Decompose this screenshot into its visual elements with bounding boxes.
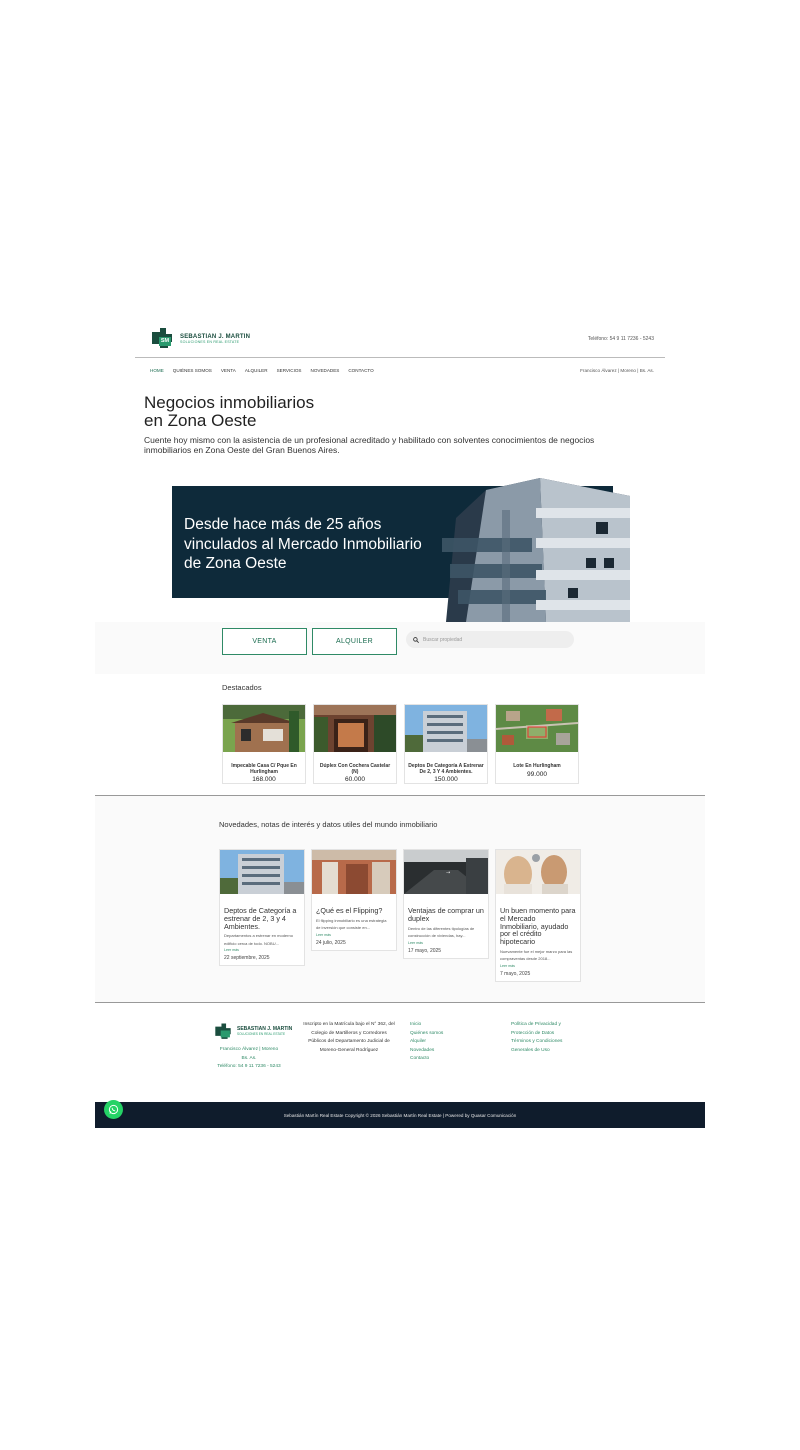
footer-link-quienes-somos[interactable]: Quiénes somos: [410, 1030, 443, 1039]
whatsapp-icon: [108, 1104, 119, 1115]
news-card[interactable]: → Ventajas de comprar un duplex Dentro d…: [403, 849, 489, 959]
news-image: [220, 850, 304, 894]
footer-phone[interactable]: Teléfono: 54 9 11 7236 - 5243: [205, 1063, 293, 1072]
search-icon: [413, 636, 419, 643]
footer-links: Inicio Quiénes somos Alquiler Novedades …: [410, 1021, 443, 1064]
news-image: →: [404, 850, 488, 894]
property-image: [223, 705, 305, 752]
news-card[interactable]: Deptos de Categoría a estrenar de 2, 3 y…: [219, 849, 305, 967]
footer-logo[interactable]: SEBASTIAN J. MARTIN SOLUCIONES EN REAL E…: [212, 1022, 292, 1042]
nav-venta[interactable]: VENTA: [221, 368, 236, 373]
alquiler-button[interactable]: ALQUILER: [312, 628, 397, 655]
read-more-link[interactable]: Leer más: [500, 964, 576, 968]
news-card-title[interactable]: ¿Qué es el Flipping?: [316, 907, 392, 915]
footer-address: Francisco Álvarez | Moreno: [219, 1047, 279, 1052]
news-card-date: 22 septiembre, 2025: [224, 955, 270, 962]
featured-title: Destacados: [222, 683, 262, 692]
news-card-excerpt: Nuevamente fue el mejor marzo para las c…: [500, 948, 573, 962]
header-phone[interactable]: Teléfono: 54 9 11 7236 - 5243: [588, 336, 654, 342]
read-more-link[interactable]: Leer más: [408, 941, 484, 945]
footer-legal: Política de Privacidad y Protección de D…: [511, 1021, 571, 1055]
copyright-bar: Sebastián Martín Real Estate Copyright ©…: [95, 1102, 705, 1128]
nav-servicios[interactable]: SERVICIOS: [277, 368, 302, 373]
header-location: Francisco Álvarez | Moreno | Bs. As.: [580, 368, 654, 373]
nav-quienes-somos[interactable]: QUIÉNES SOMOS: [173, 368, 212, 373]
news-card-excerpt: Dentro de las diferentes tipologías de c…: [408, 925, 475, 939]
copyright-text: Sebastián Martín Real Estate Copyright ©…: [283, 1112, 517, 1118]
footer-link-inicio[interactable]: Inicio: [410, 1021, 443, 1030]
footer-registration: Inscripto en la Matrícula bajo el N° 362…: [303, 1022, 395, 1053]
news-card-date: 17 mayo, 2025: [408, 947, 442, 954]
news-card[interactable]: ¿Qué es el Flipping? El flipping inmobil…: [311, 849, 397, 951]
page: SM SEBASTIAN J. MARTIN SOLUCIONES EN REA…: [0, 0, 800, 1450]
footer-link-privacy[interactable]: Política de Privacidad y Protección de D…: [511, 1021, 571, 1038]
property-price: 168.000: [252, 776, 276, 783]
property-price: 99.000: [527, 770, 547, 778]
news-card-date: 7 mayo, 2025: [500, 970, 531, 977]
property-image: [405, 705, 487, 752]
property-image: [495, 705, 579, 752]
banner-line2: vinculados al Mercado Inmobiliario: [184, 535, 422, 553]
property-name: Impecable Casa C/ Pque En Hurlingham: [231, 763, 297, 775]
hero-title-line1: Negocios inmobiliarios: [144, 393, 315, 412]
property-name: Lote En Hurlingham: [513, 763, 561, 769]
header-divider: [135, 357, 665, 358]
news-image: [312, 850, 396, 894]
property-name: Deptos De Categoría A Estrenar De 2, 3 Y…: [408, 763, 484, 775]
news-card-excerpt: Departamentos a estrenar en moderno edif…: [224, 933, 293, 946]
nav-contacto[interactable]: CONTACTO: [348, 368, 373, 373]
venta-button[interactable]: VENTA: [222, 628, 307, 655]
whatsapp-button[interactable]: [104, 1100, 123, 1119]
property-card[interactable]: Deptos De Categoría A Estrenar De 2, 3 Y…: [404, 704, 488, 784]
read-more-link[interactable]: Leer más: [224, 948, 300, 952]
news-card[interactable]: Un buen momento para el Mercado Inmobili…: [495, 849, 581, 982]
news-title: Novedades, notas de interés y datos util…: [219, 820, 438, 829]
hero-title-line2: en Zona Oeste: [144, 411, 257, 430]
news-card-title[interactable]: Un buen momento para el Mercado Inmobili…: [500, 907, 576, 946]
logo-mark-icon: [215, 1023, 231, 1039]
footer-divider: [95, 1002, 705, 1003]
news-card-title[interactable]: Ventajas de comprar un duplex: [408, 907, 484, 923]
news-image: [496, 850, 580, 894]
svg-text:→: →: [446, 870, 450, 876]
brand-logo[interactable]: SM SEBASTIAN J. MARTIN SOLUCIONES EN REA…: [148, 326, 250, 352]
news-card-excerpt: El flipping inmobiliario es una estrateg…: [316, 917, 387, 931]
footer-brand-tagline: SOLUCIONES EN REAL ESTATE: [237, 1032, 286, 1037]
property-card[interactable]: Dúplex Con Cochera Castelar (N) 60.000: [313, 704, 397, 784]
footer-link-alquiler[interactable]: Alquiler: [410, 1038, 443, 1047]
banner-text: Desde hace más de 25 años vinculados al …: [184, 515, 454, 574]
nav-novedades[interactable]: NOVEDADES: [311, 368, 340, 373]
brand-name: SEBASTIAN J. MARTIN: [180, 333, 251, 340]
banner-building-image: [442, 478, 630, 622]
search-section: [95, 622, 705, 674]
property-card[interactable]: Lote En Hurlingham 99.000: [495, 704, 579, 784]
nav-home[interactable]: HOME: [150, 368, 164, 373]
banner-line1: Desde hace más de 25 años: [184, 516, 382, 533]
brand-tagline: SOLUCIONES EN REAL ESTATE: [180, 339, 240, 344]
news-card-title[interactable]: Deptos de Categoría a estrenar de 2, 3 y…: [224, 907, 300, 931]
footer-link-contacto[interactable]: Contacto: [410, 1055, 443, 1064]
property-price: 150.000: [434, 776, 458, 783]
footer-contact: Francisco Álvarez | Moreno Bs. As. Teléf…: [205, 1046, 293, 1072]
banner-line3: de Zona Oeste: [184, 555, 287, 572]
main-nav: HOME QUIÉNES SOMOS VENTA ALQUILER SERVIC…: [150, 368, 374, 373]
nav-alquiler[interactable]: ALQUILER: [245, 368, 268, 373]
hero-lead: Cuente hoy mismo con la asistencia de un…: [144, 435, 595, 455]
search-input[interactable]: [423, 636, 563, 643]
property-price: 60.000: [345, 776, 365, 783]
logo-monogram: SM: [160, 338, 170, 344]
news-card-date: 24 julio, 2025: [316, 939, 346, 946]
hero-title: Negocios inmobiliarios en Zona Oeste: [144, 394, 444, 430]
property-card[interactable]: Impecable Casa C/ Pque En Hurlingham 168…: [222, 704, 306, 784]
footer-link-novedades[interactable]: Novedades: [410, 1047, 443, 1056]
footer-address-region: Bs. As.: [241, 1055, 257, 1061]
read-more-link[interactable]: Leer más: [316, 933, 392, 937]
property-name: Dúplex Con Cochera Castelar (N): [319, 763, 391, 775]
logo-mark-icon: SM: [148, 326, 176, 352]
footer-link-terms[interactable]: Términos y Condiciones Generales de Uso: [511, 1038, 571, 1055]
property-image: [314, 705, 396, 752]
search-box[interactable]: [406, 631, 574, 648]
